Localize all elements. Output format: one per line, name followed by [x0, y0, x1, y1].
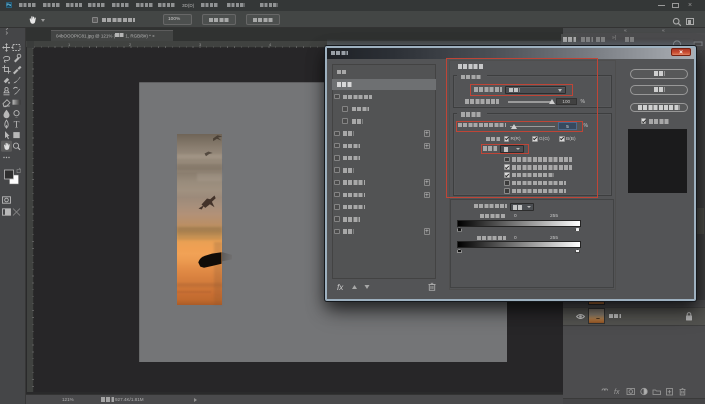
svg-text:T: T: [14, 121, 20, 131]
svg-text:fx: fx: [614, 389, 620, 396]
svg-text:fx: fx: [337, 283, 344, 292]
